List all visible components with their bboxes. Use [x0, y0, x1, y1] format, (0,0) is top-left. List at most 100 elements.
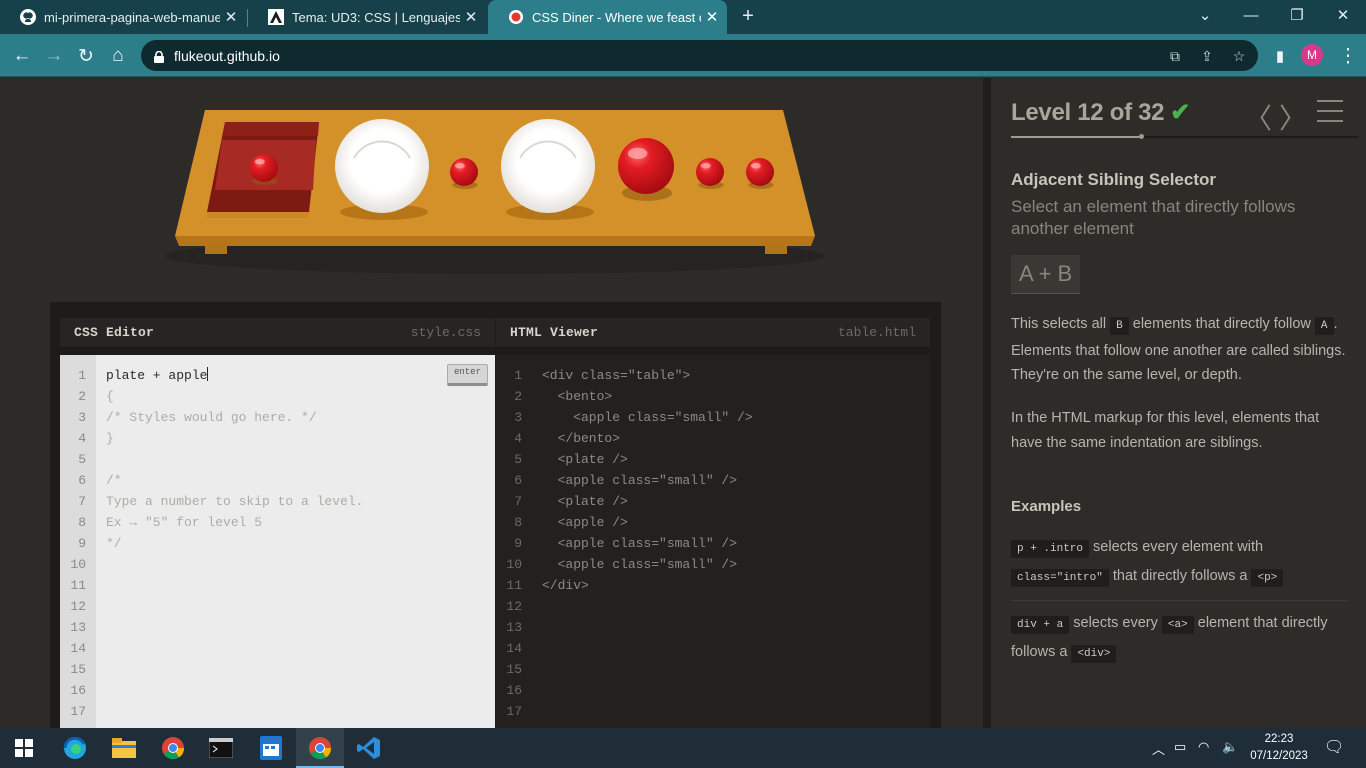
css-input-line[interactable]: plate + apple: [106, 365, 495, 386]
html-code-line: <apple class="small" />: [542, 557, 738, 572]
wifi-icon[interactable]: ◠: [1198, 739, 1209, 755]
browser-toolbar: ← → ↻ ⌂ flukeout.github.io ⧉ ⇪ ☆ ▮ M ⋮: [0, 34, 1366, 77]
restore-icon[interactable]: ❐: [1274, 0, 1320, 30]
level-sidebar: Level 12 of 32 ✔ 〈 〉 Adjacent Sibling Sel…: [991, 78, 1366, 728]
line-number: 17: [70, 704, 86, 719]
example-separator: [1011, 600, 1347, 601]
html-code-line: <div class="table">: [542, 368, 691, 383]
level-progress-bar: [1011, 134, 1358, 139]
example-code: <p>: [1251, 569, 1284, 587]
html-viewer-title: HTML Viewer: [510, 325, 599, 340]
translate-icon[interactable]: ⧉: [1166, 47, 1184, 65]
html-code-line: <apple />: [542, 515, 628, 530]
checkmark-icon: ✔: [1170, 99, 1191, 126]
back-icon[interactable]: ←: [8, 42, 36, 70]
forward-icon[interactable]: →: [40, 42, 68, 70]
browser-tab-css-diner[interactable]: CSS Diner - Where we feast on C ✕: [488, 0, 727, 34]
tab-title: mi-primera-pagina-web-manuel: [44, 9, 220, 25]
chrome-active-icon[interactable]: [306, 734, 334, 762]
line-number: 14: [506, 641, 522, 656]
next-level-icon[interactable]: 〉: [1279, 97, 1307, 137]
menu-kebab-icon[interactable]: ⋮: [1334, 42, 1362, 70]
enter-button[interactable]: enter: [447, 364, 488, 386]
css-code-line: [106, 449, 495, 470]
url-text: flukeout.github.io: [174, 47, 280, 64]
selector-description: This selects all B elements that directl…: [1011, 312, 1351, 388]
clock-date: 07/12/2023: [1250, 750, 1308, 762]
line-number: 13: [70, 620, 86, 635]
line-number: 11: [506, 578, 522, 593]
html-viewer-header: HTML Viewer table.html: [496, 318, 930, 348]
small-apple: [450, 158, 478, 186]
line-number: 6: [514, 473, 522, 488]
taskbar-clock[interactable]: 22:23 07/12/2023: [1248, 731, 1310, 765]
html-code-line: </bento>: [542, 431, 621, 446]
address-bar[interactable]: flukeout.github.io ⧉ ⇪ ☆: [141, 40, 1258, 71]
tray-overflow-icon[interactable]: ︿: [1152, 739, 1165, 758]
line-number: 16: [506, 683, 522, 698]
line-number: 15: [506, 662, 522, 677]
vscode-icon[interactable]: [355, 734, 383, 762]
windows-start-icon[interactable]: [10, 734, 38, 762]
level-heading[interactable]: Level 12 of 32 ✔: [1011, 98, 1190, 127]
plate: [335, 119, 429, 213]
battery-icon[interactable]: ▭: [1174, 739, 1186, 755]
reload-icon[interactable]: ↻: [72, 42, 100, 70]
line-number: 2: [514, 389, 522, 404]
line-number: 5: [514, 452, 522, 467]
selector-title: Adjacent Sibling Selector: [1011, 170, 1216, 189]
html-file-name: table.html: [837, 325, 916, 340]
browser-tab-moodle[interactable]: Tema: UD3: CSS | Lenguajes de m ✕: [248, 0, 486, 34]
calendar-app-icon[interactable]: [257, 734, 285, 762]
example-1: p + .intro selects every element with cl…: [1011, 534, 1347, 592]
selector-subtitle: Select an element that directly follows …: [1011, 197, 1296, 238]
html-code-line: <plate />: [542, 452, 628, 467]
line-number: 4: [78, 431, 86, 446]
level-menu-icon[interactable]: [1317, 100, 1343, 122]
profile-avatar[interactable]: M: [1301, 44, 1323, 66]
share-icon[interactable]: ⇪: [1198, 47, 1216, 65]
apple: [618, 138, 674, 194]
example-code: class="intro": [1011, 569, 1109, 587]
github-icon: [20, 9, 36, 25]
line-number: 1: [514, 368, 522, 383]
css-code-line: /*: [106, 473, 122, 488]
minimize-icon[interactable]: —: [1228, 0, 1274, 30]
file-explorer-icon[interactable]: [110, 734, 138, 762]
example-code: <div>: [1071, 645, 1117, 663]
close-tab-icon[interactable]: ✕: [701, 8, 723, 26]
html-code-line: <bento>: [542, 389, 613, 404]
close-tab-icon[interactable]: ✕: [460, 8, 482, 26]
css-selector-input[interactable]: plate + apple: [106, 368, 207, 383]
css-code-area[interactable]: plate + apple {/* Styles would go here. *…: [96, 355, 495, 728]
html-code-line: <plate />: [542, 494, 628, 509]
close-tab-icon[interactable]: ✕: [220, 8, 242, 26]
line-number: 8: [78, 515, 86, 530]
home-icon[interactable]: ⌂: [104, 42, 132, 70]
css-diner-page: CSS Editor style.css HTML Viewer table.h…: [0, 78, 1366, 728]
html-code-line: <apple class="small" />: [542, 410, 753, 425]
bookmark-star-icon[interactable]: ☆: [1230, 47, 1248, 65]
chrome-icon[interactable]: [159, 734, 187, 762]
volume-icon[interactable]: 🔈: [1222, 739, 1238, 755]
line-number: 9: [514, 536, 522, 551]
small-apple: [746, 158, 774, 186]
clock-time: 22:23: [1264, 733, 1294, 745]
small-apple: [696, 158, 724, 186]
browser-tab-github[interactable]: mi-primera-pagina-web-manuel ✕: [0, 0, 246, 34]
css-code-line: Type a number to skip to a level.: [106, 494, 364, 509]
css-file-name: style.css: [410, 325, 481, 340]
tab-search-icon[interactable]: ⌄: [1182, 0, 1228, 30]
css-code-line: /* Styles would go here. */: [106, 410, 317, 425]
notifications-icon[interactable]: 🗨: [1324, 737, 1344, 757]
close-window-icon[interactable]: ✕: [1320, 0, 1366, 30]
previous-level-icon[interactable]: 〈: [1244, 97, 1272, 137]
desc-code-a: A: [1314, 317, 1334, 335]
line-number: 6: [78, 473, 86, 488]
css-diner-icon: [508, 9, 524, 25]
side-panel-icon[interactable]: ▮: [1266, 42, 1294, 70]
terminal-icon[interactable]: [207, 734, 235, 762]
example-text: that directly follows a: [1112, 568, 1248, 584]
edge-icon[interactable]: [61, 734, 89, 762]
new-tab-button[interactable]: +: [737, 5, 759, 27]
